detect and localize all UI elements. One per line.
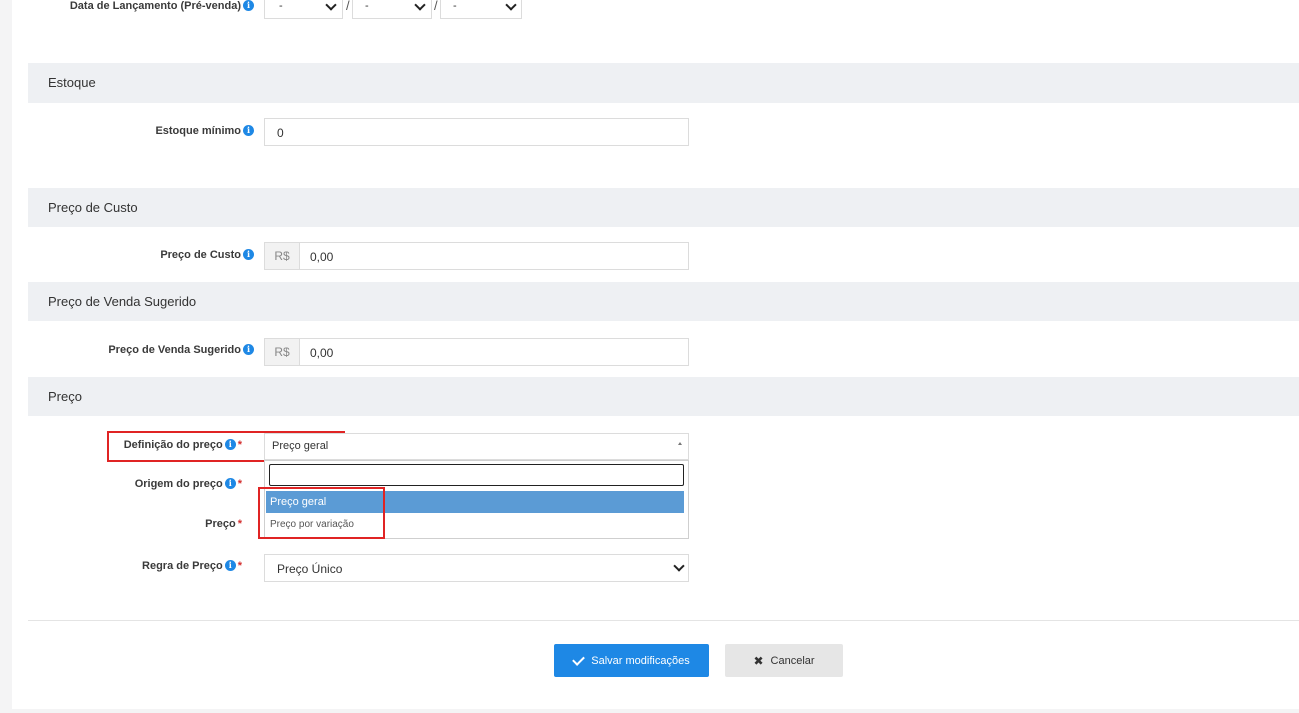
suggested-price-input[interactable]: R$ 0,00 (264, 338, 689, 366)
section-cost-price-title: Preço de Custo (48, 200, 138, 215)
min-stock-label: Estoque mínimo i (50, 125, 254, 137)
min-stock-input[interactable]: 0 (264, 118, 689, 146)
check-icon (572, 652, 586, 666)
cancel-button-label: Cancelar (770, 654, 815, 667)
currency-prefix: R$ (265, 243, 300, 269)
info-icon[interactable]: i (224, 560, 236, 571)
caret-up-icon (678, 442, 682, 445)
price-definition-value: Preço geral (272, 440, 329, 452)
info-icon[interactable]: i (243, 0, 254, 11)
min-stock-label-text: Estoque mínimo (155, 125, 241, 137)
price-label: Preço * (50, 518, 242, 530)
currency-prefix: R$ (265, 339, 300, 365)
chevron-down-icon (325, 0, 337, 11)
cost-price-label: Preço de Custo i (50, 249, 254, 261)
info-icon[interactable]: i (243, 249, 254, 260)
required-marker: * (237, 560, 242, 572)
date-separator: / (434, 0, 438, 13)
info-icon[interactable]: i (243, 344, 254, 355)
price-definition-select[interactable]: Preço geral (264, 433, 689, 460)
price-label-text: Preço (205, 518, 236, 530)
price-rule-label-text: Regra de Preço (142, 560, 223, 572)
price-origin-label-text: Origem do preço (134, 478, 223, 490)
price-rule-select[interactable]: Preço Único (264, 554, 689, 582)
close-icon: ✖ (753, 653, 764, 668)
cost-price-value: 0,00 (310, 250, 334, 264)
release-day-select[interactable]: - (264, 0, 343, 19)
save-button-label: Salvar modificações (591, 654, 690, 667)
release-month-select[interactable]: - (352, 0, 432, 19)
info-icon[interactable]: i (243, 125, 254, 136)
required-marker: * (237, 518, 242, 530)
release-year-value: - (453, 0, 457, 12)
section-suggested-price-title: Preço de Venda Sugerido (48, 294, 197, 309)
cost-price-input[interactable]: R$ 0,00 (264, 242, 689, 270)
info-icon[interactable]: i (224, 478, 236, 489)
price-origin-label: Origem do preço i * (50, 478, 242, 490)
highlight-box (258, 487, 385, 539)
cost-price-label-text: Preço de Custo (160, 249, 241, 261)
section-price-title: Preço (48, 389, 82, 404)
chevron-down-icon (673, 560, 685, 572)
chevron-down-icon (414, 0, 426, 11)
suggested-price-value: 0,00 (310, 346, 334, 360)
min-stock-value: 0 (277, 126, 284, 140)
price-rule-label: Regra de Preço i * (50, 560, 242, 572)
section-stock-title: Estoque (48, 75, 96, 90)
section-stock: Estoque (28, 63, 1299, 103)
suggested-price-label: Preço de Venda Sugerido i (50, 344, 254, 356)
release-day-value: - (279, 0, 283, 12)
suggested-price-label-text: Preço de Venda Sugerido (108, 344, 241, 356)
release-year-select[interactable]: - (440, 0, 522, 19)
section-price: Preço (28, 377, 1299, 416)
release-date-label-text: Data de Lançamento (Pré-venda) (69, 0, 241, 12)
cancel-button[interactable]: ✖ Cancelar (725, 644, 843, 677)
required-marker: * (237, 478, 242, 490)
section-suggested-price: Preço de Venda Sugerido (28, 282, 1299, 321)
release-month-value: - (365, 0, 369, 12)
price-rule-value: Preço Único (277, 562, 343, 576)
divider (28, 620, 1299, 621)
release-date-label: Data de Lançamento (Pré-venda) i (50, 0, 254, 12)
save-button[interactable]: Salvar modificações (554, 644, 709, 677)
section-cost-price: Preço de Custo (28, 188, 1299, 227)
dropdown-search-input[interactable] (269, 464, 684, 486)
chevron-down-icon (505, 0, 517, 11)
date-separator: / (346, 0, 350, 13)
